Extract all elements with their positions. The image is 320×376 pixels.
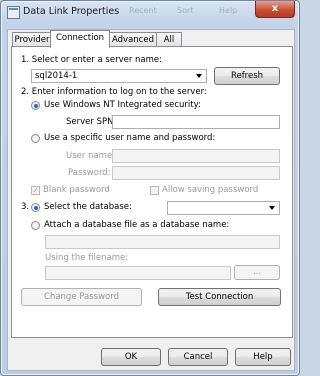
using-filename-label: Using the filename: <box>45 253 129 263</box>
change-password-button: Change Password <box>21 288 142 306</box>
tab-advanced[interactable]: Advanced <box>108 32 158 47</box>
background-menu-item: Sort <box>177 6 194 15</box>
chevron-down-icon[interactable] <box>269 206 275 210</box>
step3-number: 3. <box>21 202 30 212</box>
server-spn-label: Server SPN: <box>66 117 117 127</box>
chevron-down-icon[interactable] <box>196 74 202 78</box>
test-connection-button[interactable]: Test Connection <box>158 288 281 306</box>
blank-password-label: Blank password <box>43 185 110 195</box>
attach-database-radio[interactable] <box>31 221 40 230</box>
ok-button[interactable]: OK <box>101 348 161 366</box>
attach-database-label[interactable]: Attach a database file as a database nam… <box>44 220 229 231</box>
attach-database-name-input <box>45 235 280 249</box>
window-title: Data Link Properties <box>23 6 120 17</box>
windows-nt-security-label[interactable]: Use Windows NT Integrated security: <box>44 100 201 111</box>
specific-user-label[interactable]: Use a specific user name and password: <box>44 133 215 144</box>
filename-input <box>45 266 231 280</box>
user-name-input <box>112 149 280 163</box>
background-menu-item: Recent <box>129 6 157 15</box>
database-combo[interactable] <box>167 201 280 215</box>
password-label: Password: <box>68 168 111 178</box>
dialog-window: Data Link Properties Recent Sort Help x … <box>0 0 300 376</box>
background-menu-item: Help <box>219 6 238 15</box>
select-database-radio[interactable] <box>31 203 40 212</box>
cancel-button[interactable]: Cancel <box>168 348 228 366</box>
step1-label: 1. Select or enter a server name: <box>21 55 162 65</box>
allow-saving-checkbox <box>150 186 159 195</box>
server-spn-input[interactable] <box>112 115 280 129</box>
browse-button: ... <box>234 265 280 280</box>
server-name-value: sql2014-1 <box>35 71 78 81</box>
help-button[interactable]: Help <box>235 348 291 366</box>
tab-all[interactable]: All <box>156 32 182 47</box>
app-icon <box>7 6 20 19</box>
blank-password-checkbox: ✓ <box>31 186 40 195</box>
title-bar[interactable]: Data Link Properties Recent Sort Help x <box>1 1 299 23</box>
password-input <box>112 166 280 180</box>
server-name-combo[interactable]: sql2014-1 <box>31 69 207 83</box>
specific-user-radio[interactable] <box>31 134 40 143</box>
tab-connection[interactable]: Connection <box>50 30 110 48</box>
windows-nt-security-radio[interactable] <box>31 101 40 110</box>
connection-panel: 1. Select or enter a server name: sql201… <box>11 46 293 338</box>
refresh-button[interactable]: Refresh <box>214 67 280 85</box>
dialog-client: Provider Connection Advanced All 1. Sele… <box>7 29 295 371</box>
select-database-label[interactable]: Select the database: <box>44 202 132 213</box>
tab-provider[interactable]: Provider <box>12 32 52 47</box>
user-name-label: User name: <box>66 151 116 161</box>
allow-saving-label: Allow saving password <box>162 185 259 195</box>
close-icon: x <box>271 3 279 14</box>
step2-label: 2. Enter information to log on to the se… <box>21 87 207 97</box>
close-button[interactable]: x <box>255 1 295 18</box>
